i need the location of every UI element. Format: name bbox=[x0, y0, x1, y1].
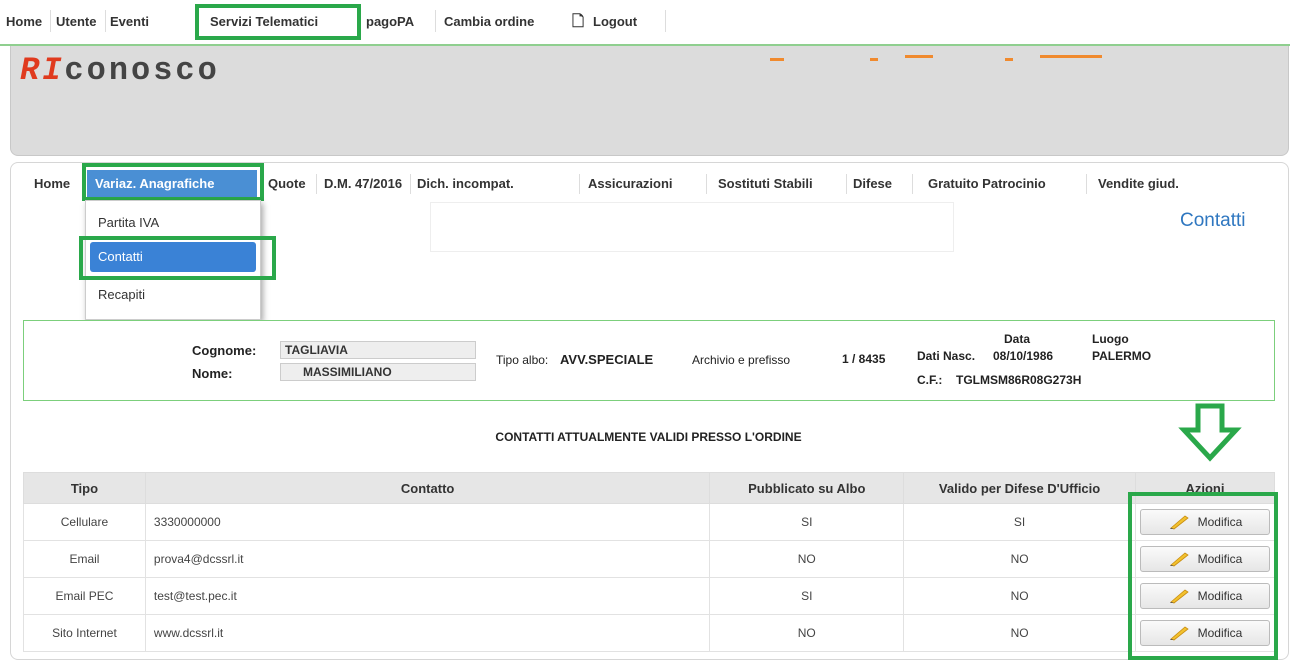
topnav-cambia-ordine[interactable]: Cambia ordine bbox=[444, 14, 534, 29]
topnav-logout[interactable]: Logout bbox=[593, 14, 637, 29]
divider bbox=[706, 174, 707, 194]
luogo-header: Luogo bbox=[1092, 332, 1129, 346]
dropdown-option-partita-iva[interactable]: Partita IVA bbox=[98, 215, 159, 230]
section-title: CONTATTI ATTUALMENTE VALIDI PRESSO L'ORD… bbox=[495, 430, 802, 444]
nome-label: Nome: bbox=[192, 366, 233, 381]
birth-date: 08/10/1986 bbox=[993, 349, 1054, 363]
logout-icon[interactable]: 🗋 bbox=[572, 11, 584, 36]
cell-contatto: www.dcssrl.it bbox=[144, 614, 711, 652]
archivio-value: 1 / 8435 bbox=[842, 352, 886, 366]
subnav-quote[interactable]: Quote bbox=[268, 176, 306, 191]
cell-valido: NO bbox=[903, 540, 1136, 578]
column-header-valido: Valido per Difese D'Ufficio bbox=[903, 472, 1136, 504]
column-header-tipo: Tipo bbox=[23, 472, 146, 504]
cell-tipo: Sito Internet bbox=[23, 614, 146, 652]
cell-pubblicato: NO bbox=[709, 614, 905, 652]
cell-valido: NO bbox=[903, 614, 1136, 652]
banner-decoration bbox=[905, 55, 933, 58]
archivio-label: Archivio e prefisso bbox=[692, 353, 791, 367]
cell-contatto: 3330000000 bbox=[144, 503, 711, 541]
dati-nasc-label: Dati Nasc. bbox=[917, 349, 976, 363]
cell-valido: NO bbox=[903, 577, 1136, 615]
subnav-sostituti-stabili[interactable]: Sostituti Stabili bbox=[718, 176, 813, 191]
subnav-dm-47-2016[interactable]: D.M. 47/2016 bbox=[324, 176, 402, 191]
cell-contatto: prova4@dcssrl.it bbox=[144, 540, 711, 578]
highlight-variaz-anagrafiche bbox=[82, 163, 264, 201]
table-row: Email prova4@dcssrl.it NO NO Modifica bbox=[23, 540, 1276, 578]
contacts-table: Tipo Contatto Pubblicato su Albo Valido … bbox=[23, 472, 1276, 652]
page-title: Contatti bbox=[1180, 210, 1246, 231]
tipo-albo-label: Tipo albo: bbox=[496, 353, 549, 367]
cell-pubblicato: SI bbox=[709, 577, 905, 615]
divider bbox=[435, 10, 436, 32]
divider bbox=[50, 10, 51, 32]
cell-contatto: test@test.pec.it bbox=[144, 577, 711, 615]
cell-valido: SI bbox=[903, 503, 1136, 541]
subnav-home[interactable]: Home bbox=[34, 176, 70, 191]
topnav-eventi[interactable]: Eventi bbox=[110, 14, 149, 29]
cognome-field: TAGLIAVIA bbox=[280, 341, 476, 359]
subnav-vendite-giud[interactable]: Vendite giud. bbox=[1098, 176, 1179, 191]
data-header: Data bbox=[1004, 332, 1031, 346]
topnav-utente[interactable]: Utente bbox=[56, 14, 96, 29]
banner-decoration bbox=[870, 58, 878, 61]
highlight-contatti-option bbox=[79, 236, 276, 280]
cf-label: C.F.: bbox=[917, 373, 943, 387]
table-row: Sito Internet www.dcssrl.it NO NO Modifi… bbox=[23, 614, 1276, 652]
dropdown-option-recapiti[interactable]: Recapiti bbox=[98, 287, 145, 302]
column-header-contatto: Contatto bbox=[144, 472, 711, 504]
banner-decoration bbox=[770, 58, 784, 61]
divider bbox=[410, 174, 411, 194]
person-info-box: Cognome: TAGLIAVIA Nome: MASSIMILIANO Ti… bbox=[23, 320, 1275, 401]
banner-decoration bbox=[1040, 55, 1102, 58]
cf-value: TGLMSM86R08G273H bbox=[956, 373, 1082, 387]
table-header-row: Tipo Contatto Pubblicato su Albo Valido … bbox=[23, 472, 1276, 504]
highlight-servizi-telematici bbox=[195, 4, 361, 40]
cell-tipo: Email bbox=[23, 540, 146, 578]
subnav-difese[interactable]: Difese bbox=[853, 176, 892, 191]
cell-pubblicato: NO bbox=[709, 540, 905, 578]
topnav-home[interactable]: Home bbox=[6, 14, 42, 29]
divider bbox=[105, 10, 106, 32]
cognome-label: Cognome: bbox=[192, 343, 257, 358]
subnav-assicurazioni[interactable]: Assicurazioni bbox=[588, 176, 673, 191]
table-row: Cellulare 3330000000 SI SI Modifica bbox=[23, 503, 1276, 541]
banner-decoration bbox=[1005, 58, 1013, 61]
divider bbox=[846, 174, 847, 194]
logo: RIconosco bbox=[20, 52, 220, 89]
divider bbox=[665, 10, 666, 32]
cell-tipo: Cellulare bbox=[23, 503, 146, 541]
divider bbox=[1086, 174, 1087, 194]
table-row: Email PEC test@test.pec.it SI NO Modific… bbox=[23, 577, 1276, 615]
divider bbox=[316, 174, 317, 194]
birth-place: PALERMO bbox=[1092, 349, 1152, 363]
divider bbox=[579, 174, 580, 194]
subnav-dich-incompat[interactable]: Dich. incompat. bbox=[417, 176, 514, 191]
topnav-pagopa[interactable]: pagoPA bbox=[366, 14, 414, 29]
tipo-albo-value: AVV.SPECIALE bbox=[560, 352, 654, 367]
highlight-modifica-buttons bbox=[1128, 492, 1278, 660]
cell-tipo: Email PEC bbox=[23, 577, 146, 615]
subnav-gratuito-patrocinio[interactable]: Gratuito Patrocinio bbox=[928, 176, 1046, 191]
cell-pubblicato: SI bbox=[709, 503, 905, 541]
nome-field: MASSIMILIANO bbox=[280, 363, 476, 381]
divider bbox=[912, 174, 913, 194]
blank-area bbox=[430, 202, 954, 252]
column-header-pubblicato: Pubblicato su Albo bbox=[709, 472, 905, 504]
